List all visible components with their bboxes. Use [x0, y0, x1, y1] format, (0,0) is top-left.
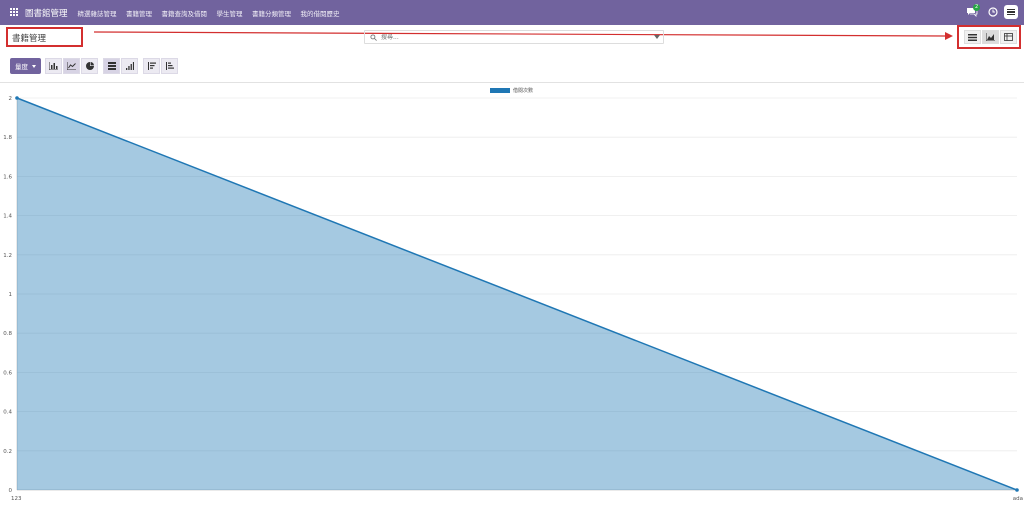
- data-point: [15, 96, 19, 100]
- menu-item-categories[interactable]: 書籍分類管理: [252, 8, 291, 18]
- top-navbar: 圖書館管理 精選雜誌管理 書籍管理 書籍查詢及借閱 學生管理 書籍分類管理 我的…: [0, 0, 1024, 25]
- menu-item-history[interactable]: 我的借閱歷史: [301, 8, 340, 18]
- pivot-view-button[interactable]: [1000, 30, 1017, 44]
- stacked-icon: [107, 62, 116, 70]
- y-tick-label: 0.4: [3, 410, 12, 416]
- bar-chart-button[interactable]: [45, 58, 62, 74]
- app-brand[interactable]: 圖書館管理: [25, 7, 68, 19]
- graph-view-button[interactable]: [982, 30, 999, 44]
- graph-view-icon: [986, 33, 995, 41]
- menu-item-book-search[interactable]: 書籍查詢及借閱: [162, 8, 208, 18]
- pie-chart-icon: [85, 62, 94, 70]
- y-tick-label: 1: [9, 292, 13, 298]
- control-panel: 書籍管理 量度: [0, 25, 1024, 83]
- y-tick-label: 1.4: [3, 214, 12, 220]
- list-view-icon: [968, 33, 977, 41]
- search-options-toggle-icon[interactable]: [654, 35, 660, 39]
- sort-descending-button[interactable]: [143, 58, 160, 74]
- navbar-systray: 2: [966, 4, 1018, 19]
- sort-ascending-icon: [166, 62, 174, 70]
- list-view-button[interactable]: [964, 30, 981, 44]
- breadcrumb-highlight-box: [6, 27, 83, 47]
- sort-ascending-button[interactable]: [161, 58, 178, 74]
- y-tick-label: 1.8: [3, 135, 12, 141]
- menu-item-books[interactable]: 書籍管理: [126, 8, 152, 18]
- search-input[interactable]: [381, 33, 641, 41]
- messaging-icon[interactable]: 2: [966, 4, 981, 18]
- menu-item-students[interactable]: 學生管理: [217, 8, 243, 18]
- search-bar[interactable]: [364, 30, 664, 44]
- stacked-toggle-button[interactable]: [103, 58, 120, 74]
- graph-toolbar: 量度: [10, 58, 179, 74]
- x-tick-label: ada: [1013, 496, 1023, 502]
- y-tick-label: 1.2: [3, 253, 12, 259]
- line-chart-button[interactable]: [63, 58, 80, 74]
- sort-descending-icon: [148, 62, 156, 70]
- view-switcher: [964, 30, 1018, 44]
- data-point: [1015, 488, 1019, 492]
- apps-menu-icon[interactable]: [10, 8, 19, 17]
- measures-dropdown[interactable]: 量度: [10, 58, 41, 74]
- message-count-badge: 2: [973, 4, 981, 11]
- pivot-view-icon: [1004, 33, 1013, 41]
- measures-label: 量度: [15, 63, 28, 71]
- search-icon: [370, 33, 377, 41]
- main-menu: 精選雜誌管理 書籍管理 書籍查詢及借閱 學生管理 書籍分類管理 我的借閱歷史: [78, 8, 350, 18]
- y-tick-label: 0.2: [3, 449, 12, 455]
- menu-item-magazines[interactable]: 精選雜誌管理: [78, 8, 117, 18]
- user-menu-icon[interactable]: [1004, 5, 1018, 19]
- chevron-down-icon: [32, 64, 36, 68]
- y-tick-label: 1.6: [3, 174, 12, 180]
- line-chart-icon: [67, 62, 76, 70]
- y-tick-label: 0: [9, 488, 13, 494]
- y-tick-label: 0.8: [3, 331, 12, 337]
- pie-chart-button[interactable]: [81, 58, 98, 74]
- cumulative-toggle-button[interactable]: [121, 58, 138, 74]
- y-tick-label: 2: [9, 96, 13, 102]
- activity-clock-icon[interactable]: [988, 7, 998, 17]
- cumulative-icon: [126, 62, 134, 70]
- area-chart: 0 0.2 0.4 0.6 0.8 1 1.2 1.4 1.6 1.8 2 123 ada: [3, 96, 1023, 502]
- y-tick-label: 0.6: [3, 370, 12, 376]
- graph-view: 借閱次數 0 0.2 0.4 0.6 0.8 1 1.2 1.4 1.6 1.8 2 123 ada: [0, 83, 1024, 505]
- x-tick-label: 123: [11, 496, 22, 502]
- bar-chart-icon: [49, 62, 58, 70]
